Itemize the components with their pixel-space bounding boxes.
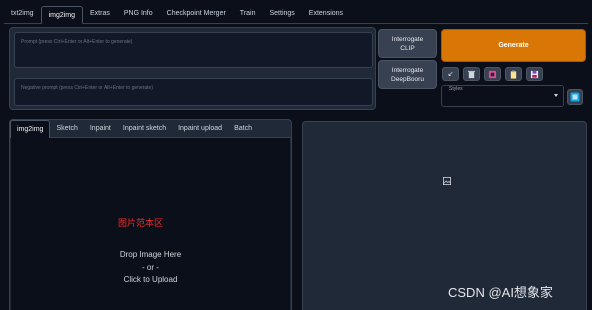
- tab-train[interactable]: Train: [233, 5, 263, 23]
- refresh-icon: [570, 92, 580, 102]
- interrogate-clip-label-1: Interrogate: [391, 35, 424, 43]
- negative-prompt-box: [14, 78, 373, 106]
- img2img-subtabs: img2img Sketch Inpaint Inpaint sketch In…: [10, 119, 291, 138]
- tab-png-info[interactable]: PNG Info: [117, 5, 160, 23]
- subtab-sketch[interactable]: Sketch: [50, 120, 83, 138]
- img2img-input-panel: img2img Sketch Inpaint Inpaint sketch In…: [9, 119, 292, 310]
- clipboard-icon: [510, 69, 517, 79]
- prompt-input[interactable]: [15, 33, 372, 67]
- subtab-inpaint-sketch[interactable]: Inpaint sketch: [117, 120, 172, 138]
- subtab-inpaint-upload[interactable]: Inpaint upload: [172, 120, 228, 138]
- arrow-button[interactable]: ↙: [442, 67, 459, 81]
- drop-line-2: - or -: [142, 262, 159, 272]
- tab-img2img[interactable]: img2img: [40, 6, 84, 24]
- subtab-batch[interactable]: Batch: [228, 120, 258, 138]
- prompt-box: [14, 32, 373, 68]
- interrogate-deepbooru-label-1: Interrogate: [391, 66, 424, 74]
- main-tabbar: txt2img img2img Extras PNG Info Checkpoi…: [4, 4, 588, 24]
- refresh-styles-button[interactable]: [567, 89, 583, 105]
- pink-square-icon: [488, 70, 497, 78]
- interrogate-deepbooru-label-2: DeepBooru: [391, 75, 424, 83]
- prompt-panel: [9, 27, 376, 110]
- image-placeholder-icon: [443, 177, 451, 185]
- interrogate-clip-button[interactable]: Interrogate CLIP: [378, 29, 437, 58]
- trash-button[interactable]: [463, 67, 480, 81]
- tab-settings[interactable]: Settings: [263, 5, 302, 23]
- generate-button[interactable]: Generate: [441, 29, 586, 62]
- interrogate-deepbooru-button[interactable]: Interrogate DeepBooru: [378, 60, 437, 89]
- interrogate-clip-label-2: CLIP: [400, 44, 415, 52]
- tab-extensions[interactable]: Extensions: [302, 5, 350, 23]
- subtab-img2img[interactable]: img2img: [10, 119, 51, 138]
- trash-icon: [467, 70, 476, 78]
- pink-square-button[interactable]: [484, 67, 501, 81]
- subtab-inpaint[interactable]: Inpaint: [84, 120, 117, 138]
- tab-extras[interactable]: Extras: [83, 5, 117, 23]
- styles-label: Styles: [449, 86, 463, 92]
- drop-instructions: Drop Image Here - or - Click to Upload: [11, 249, 290, 287]
- drop-line-3: Click to Upload: [123, 275, 178, 284]
- negative-prompt-input[interactable]: [15, 79, 372, 105]
- tab-txt2img[interactable]: txt2img: [4, 5, 41, 23]
- save-icon: [530, 70, 539, 78]
- image-drop-area[interactable]: 图片范本区 Drop Image Here - or - Click to Up…: [11, 138, 290, 310]
- tab-checkpoint-merger[interactable]: Checkpoint Merger: [160, 5, 233, 23]
- arrow-icon: ↙: [447, 71, 454, 78]
- drop-line-1: Drop Image Here: [119, 250, 182, 259]
- clipboard-button[interactable]: [505, 67, 522, 81]
- save-style-button[interactable]: [526, 67, 543, 81]
- chevron-down-icon: [554, 94, 558, 97]
- watermark: CSDN @AI想象家: [448, 285, 553, 300]
- image-sample-area-label: 图片范本区: [118, 218, 164, 228]
